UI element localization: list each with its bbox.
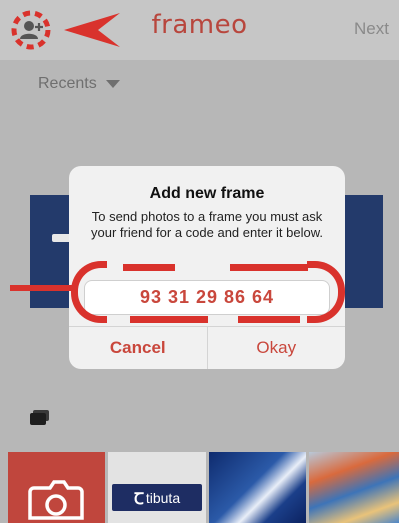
photo-stack-icon[interactable]	[30, 410, 49, 425]
okay-button[interactable]: Okay	[208, 327, 346, 369]
photo-thumbnail-tibuta[interactable]: Ꞇ tibuta	[108, 452, 206, 523]
background-photo-left	[30, 195, 74, 308]
dialog-button-row: Cancel Okay	[69, 326, 345, 369]
camera-button[interactable]	[8, 452, 105, 523]
cancel-button[interactable]: Cancel	[69, 327, 208, 369]
navigation-bar: frameo Next	[0, 0, 399, 60]
caret-down-icon	[105, 80, 120, 88]
background-photo-right	[343, 195, 383, 308]
annotation-dash-top-right	[230, 264, 308, 271]
photo-thumbnail-painting[interactable]	[309, 452, 399, 523]
tibuta-logo: Ꞇ tibuta	[112, 484, 202, 511]
annotation-dash-bottom-right	[238, 316, 300, 323]
next-button[interactable]: Next	[354, 19, 389, 39]
photo-thumbnail-abstract[interactable]	[209, 452, 306, 523]
dialog-title: Add new frame	[149, 185, 265, 202]
code-input[interactable]: 93 31 29 86 64	[84, 280, 330, 315]
recents-dropdown[interactable]: Recents	[38, 75, 120, 93]
annotation-line-left	[10, 285, 76, 291]
annotation-dash-top-left	[123, 264, 175, 271]
app-logo: frameo	[151, 10, 248, 40]
tibuta-text: tibuta	[145, 489, 181, 506]
annotation-dash-bottom-left	[130, 316, 208, 323]
dialog-message: To send photos to a frame you must ask y…	[91, 209, 323, 240]
tibuta-mark: Ꞇ	[133, 490, 144, 508]
recents-label: Recents	[38, 75, 97, 92]
camera-icon	[28, 480, 84, 520]
